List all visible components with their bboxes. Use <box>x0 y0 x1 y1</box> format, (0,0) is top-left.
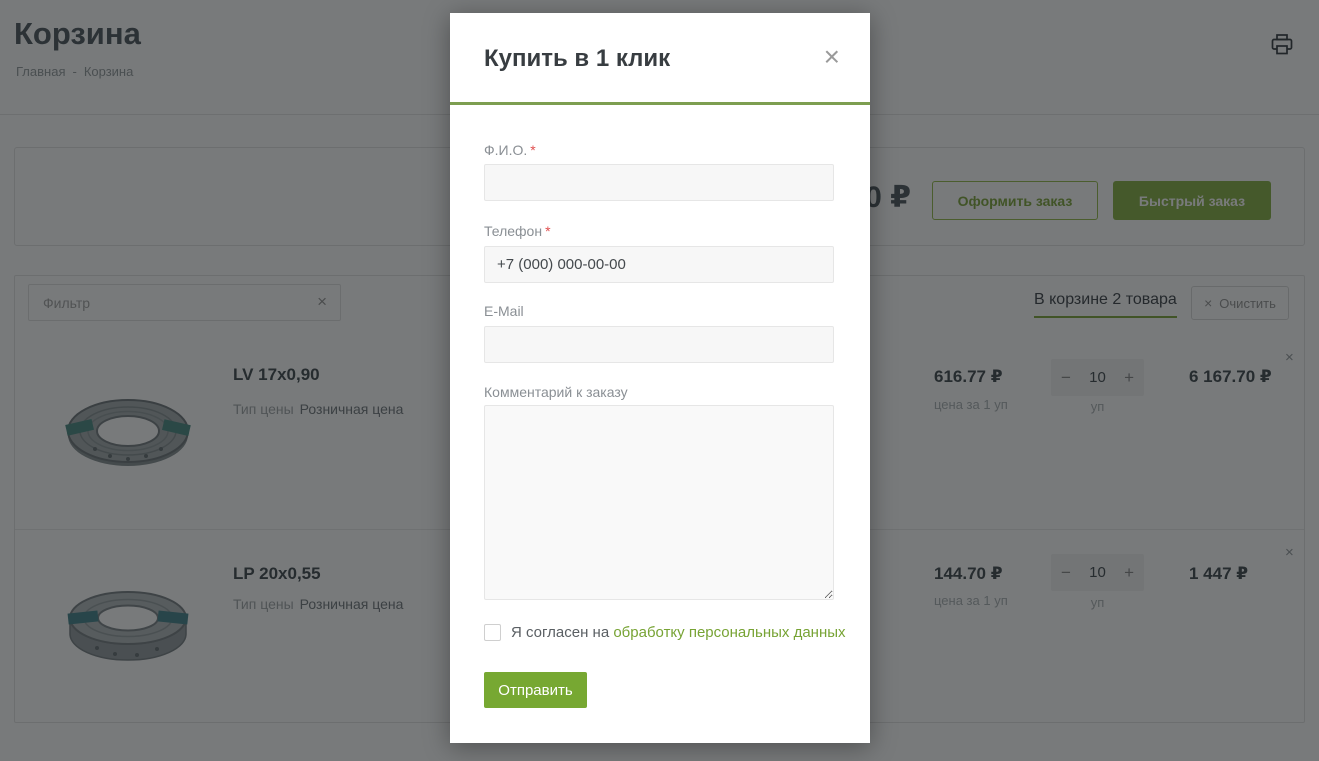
comment-label: Комментарий к заказу <box>484 384 628 400</box>
submit-button[interactable]: Отправить <box>484 672 587 708</box>
name-label: Ф.И.О.* <box>484 142 536 158</box>
required-mark: * <box>530 142 535 158</box>
consent-checkbox[interactable] <box>484 624 501 641</box>
phone-field[interactable] <box>484 246 834 283</box>
quick-buy-modal: Купить в 1 клик × Ф.И.О.* Телефон* E-Mai… <box>450 13 870 743</box>
consent-text: Я согласен на <box>511 624 609 641</box>
modal-header: Купить в 1 клик × <box>450 13 870 105</box>
modal-close-icon[interactable]: × <box>824 43 840 71</box>
email-field[interactable] <box>484 326 834 363</box>
required-mark: * <box>545 223 550 239</box>
phone-label: Телефон* <box>484 223 551 239</box>
email-label: E-Mail <box>484 303 524 319</box>
consent-link[interactable]: обработку персональных данных <box>613 624 845 641</box>
cart-page: Корзина Главная-Корзина 7 614.70 ₽ Оформ… <box>0 0 1319 761</box>
consent-row: Я согласен на обработку персональных дан… <box>484 624 846 641</box>
modal-title: Купить в 1 клик <box>484 45 670 73</box>
name-field[interactable] <box>484 164 834 201</box>
comment-field[interactable] <box>484 405 834 600</box>
